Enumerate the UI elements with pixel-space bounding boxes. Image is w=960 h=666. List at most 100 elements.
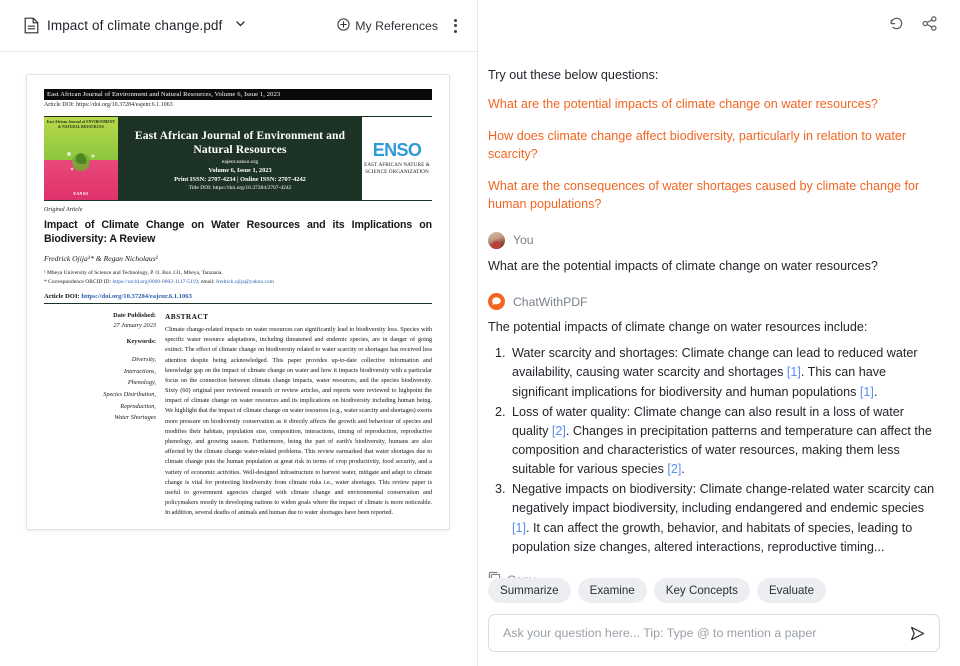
enso-logo-subtitle: EAST AFRICAN NATURE & SCIENCE ORGANIZATI…: [364, 161, 430, 176]
history-undo-icon[interactable]: [888, 15, 905, 37]
chat-footer: Summarize Examine Key Concepts Evaluate: [478, 578, 960, 666]
answer-segment: .: [681, 462, 685, 477]
cover-title-text: East African Journal of ENVIRONMENT & NA…: [46, 120, 116, 130]
citation-link[interactable]: [1]: [787, 365, 801, 379]
file-pdf-icon: [24, 17, 39, 34]
email-prefix: ; email:: [198, 278, 217, 285]
copy-button[interactable]: Copy: [488, 571, 940, 578]
chip-summarize[interactable]: Summarize: [488, 578, 571, 603]
suggested-question[interactable]: What are the potential impacts of climat…: [488, 95, 940, 114]
send-paper-plane-icon[interactable]: [900, 624, 927, 643]
article-affiliations: ¹ Mbeya University of Science and Techno…: [44, 269, 432, 286]
article-doi-label: Article DOI:: [44, 292, 82, 300]
suggested-question[interactable]: What are the consequences of water short…: [488, 177, 940, 214]
user-message-text: What are the potential impacts of climat…: [488, 258, 878, 273]
answer-segment: . Changes in precipitation patterns and …: [512, 423, 932, 477]
keyword-item: Species Distribution,: [103, 390, 156, 398]
date-published-value: 27 January 2023: [113, 321, 156, 329]
answer-segment: Negative impacts on biodiversity: Climat…: [512, 482, 935, 516]
citation-link[interactable]: [1]: [512, 521, 526, 535]
pdf-panel-header: Impact of climate change.pdf My Referenc…: [0, 0, 477, 52]
keyword-item: Interactions,: [123, 367, 156, 375]
share-icon[interactable]: [921, 15, 938, 37]
chip-examine[interactable]: Examine: [577, 578, 647, 603]
article-doi-url: https://doi.org/10.37284/eajenr.6.1.1063: [81, 292, 192, 300]
masthead-main: East African Journal of Environment and …: [118, 117, 362, 201]
journal-issn: Print ISSN: 2707-4234 | Online ISSN: 270…: [174, 176, 306, 184]
chat-message-list[interactable]: Try out these below questions: What are …: [478, 52, 960, 578]
author-email: fredrick.ojija@yahoo.com: [216, 278, 274, 285]
chevron-down-icon[interactable]: [230, 17, 247, 35]
abstract-section: Date Published: 27 January 2023 Keywords…: [44, 312, 432, 519]
bot-message-intro: The potential impacts of climate change …: [488, 320, 868, 335]
kebab-menu-icon[interactable]: [448, 15, 463, 37]
original-article-label: Original Article: [44, 207, 83, 214]
journal-masthead: East African Journal of ENVIRONMENT & NA…: [44, 116, 432, 201]
journal-volume: Volume 6, Issue 1, 2023: [208, 167, 272, 175]
cover-artwork: [46, 130, 116, 191]
enso-logo-word: ENSO: [372, 139, 422, 160]
journal-title-doi: Title DOI: https://doi.org/10.37284/2707…: [188, 184, 292, 191]
app-root: Impact of climate change.pdf My Referenc…: [0, 0, 960, 666]
enso-logo: ENSO EAST AFRICAN NATURE & SCIENCE ORGAN…: [362, 117, 432, 201]
masthead-divider: [44, 200, 432, 202]
suggested-question[interactable]: How does climate change affect biodivers…: [488, 127, 940, 164]
pdf-page: East African Journal of Environment and …: [26, 74, 450, 530]
date-published-label: Date Published:: [113, 311, 156, 319]
my-references-button[interactable]: My References: [337, 17, 438, 34]
affiliation-line-1: ¹ Mbeya University of Science and Techno…: [44, 270, 223, 277]
chatwithpdf-logo-icon: [488, 293, 505, 311]
affiliation-line-2: * Correspondence ORCID ID: https://orcid…: [44, 278, 432, 286]
journal-website: eajenr.eanso.org: [221, 159, 259, 166]
answer-list-item: Negative impacts on biodiversity: Climat…: [509, 480, 940, 557]
bot-message-header: ChatWithPDF: [488, 293, 940, 311]
chat-input[interactable]: [503, 626, 900, 640]
pdf-top-doi-url: https://doi.org/10.37284/eajenr.6.1.1063: [76, 102, 173, 109]
plus-circle-icon: [337, 17, 350, 34]
chat-panel-header: [478, 0, 960, 52]
answer-list-item: Loss of water quality: Climate change ca…: [509, 403, 940, 480]
try-questions-label: Try out these below questions:: [488, 68, 659, 82]
pdf-top-doi: Article DOI: https://doi.org/10.37284/ea…: [44, 102, 432, 108]
pdf-running-head: East African Journal of Environment and …: [44, 89, 432, 101]
user-avatar: [488, 231, 505, 249]
abstract-body: ABSTRACT Climate change-related impacts …: [165, 312, 432, 519]
pdf-top-doi-label: Article DOI:: [44, 102, 75, 109]
keyword-item: Diversity,: [131, 355, 156, 363]
my-references-label: My References: [355, 18, 438, 33]
article-authors: Fredrick Ojija¹* & Regan Nicholaus¹: [44, 254, 158, 264]
quick-action-chips: Summarize Examine Key Concepts Evaluate: [488, 578, 940, 603]
answer-segment: .: [873, 384, 878, 399]
citation-link[interactable]: [1]: [860, 385, 874, 399]
answer-list-item: Water scarcity and shortages: Climate ch…: [509, 344, 940, 401]
citation-link[interactable]: [2]: [667, 462, 681, 476]
bot-answer-list: Water scarcity and shortages: Climate ch…: [488, 344, 940, 557]
keyword-item: Phenology,: [127, 379, 156, 387]
message-composer: [488, 614, 940, 652]
bot-message-author: ChatWithPDF: [513, 294, 588, 309]
keywords-label: Keywords:: [126, 337, 156, 345]
pdf-panel: Impact of climate change.pdf My Referenc…: [0, 0, 478, 666]
user-message-header: You: [488, 231, 940, 249]
pdf-header-actions: My References: [337, 15, 463, 37]
copy-icon: [488, 571, 501, 578]
citation-link[interactable]: [2]: [552, 424, 566, 438]
chip-evaluate[interactable]: Evaluate: [756, 578, 827, 603]
user-message-author: You: [513, 233, 534, 247]
journal-title-line1: East African Journal of Environment and: [134, 129, 346, 143]
pdf-viewer-scroll[interactable]: East African Journal of Environment and …: [0, 52, 477, 666]
cover-badge: EANSO: [73, 191, 89, 197]
document-title-group[interactable]: Impact of climate change.pdf: [24, 17, 247, 35]
orcid-link: https://orcid.org/0000-0002-1117-5119: [112, 278, 199, 285]
abstract-heading: ABSTRACT: [165, 311, 209, 321]
chip-key-concepts[interactable]: Key Concepts: [653, 578, 750, 603]
keyword-item: Reproduction,: [120, 402, 156, 410]
keyword-item: Water Shortages: [114, 414, 156, 422]
journal-title-line2: Natural Resources: [193, 142, 287, 156]
article-title: Impact of Climate Change on Water Resour…: [44, 219, 432, 245]
journal-cover-thumbnail: East African Journal of ENVIRONMENT & NA…: [44, 117, 118, 201]
document-title: Impact of climate change.pdf: [47, 18, 223, 33]
article-doi-line: Article DOI: https://doi.org/10.37284/ea…: [44, 293, 432, 304]
correspondence-prefix: * Correspondence ORCID ID:: [44, 278, 113, 285]
abstract-metadata: Date Published: 27 January 2023 Keywords…: [44, 312, 156, 519]
